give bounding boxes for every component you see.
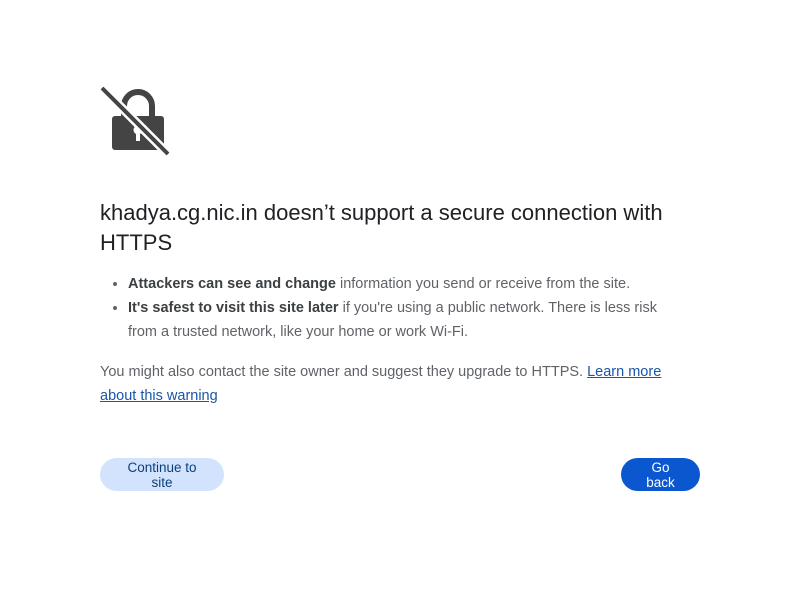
page-title: khadya.cg.nic.in doesn’t support a secur… bbox=[100, 200, 663, 255]
contact-paragraph: You might also contact the site owner an… bbox=[100, 360, 690, 408]
contact-text: You might also contact the site owner an… bbox=[100, 364, 588, 380]
lock-broken-icon bbox=[100, 84, 172, 156]
interstitial-page: khadya.cg.nic.in doesn’t support a secur… bbox=[0, 0, 800, 600]
reason-bold: Attackers can see and change bbox=[128, 276, 336, 292]
continue-to-site-button[interactable]: Continue to site bbox=[100, 458, 224, 491]
list-item: It's safest to visit this site later if … bbox=[128, 296, 680, 344]
reason-bold: It's safest to visit this site later bbox=[128, 300, 339, 316]
go-back-button[interactable]: Go back bbox=[621, 458, 700, 491]
list-item: Attackers can see and change information… bbox=[128, 272, 680, 296]
reasons-list: Attackers can see and change information… bbox=[100, 272, 680, 344]
reason-text: information you send or receive from the… bbox=[335, 276, 631, 292]
